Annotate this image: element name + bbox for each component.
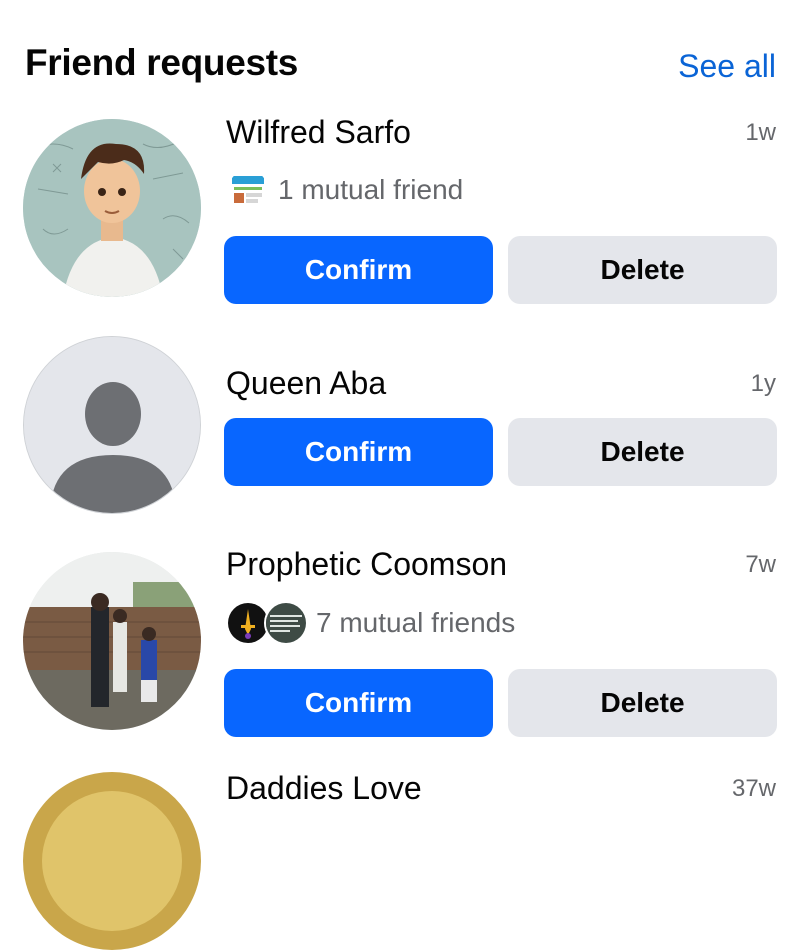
section-title: Friend requests: [25, 42, 299, 83]
avatar[interactable]: [23, 336, 201, 514]
confirm-button[interactable]: Confirm: [224, 669, 493, 737]
confirm-button[interactable]: Confirm: [224, 418, 493, 486]
avatar[interactable]: [23, 772, 201, 950]
confirm-button[interactable]: Confirm: [224, 236, 493, 304]
mutual-friends[interactable]: 1 mutual friend: [226, 167, 463, 213]
request-time: 1w: [745, 119, 776, 146]
mutual-friends-text: 7 mutual friends: [316, 607, 516, 638]
mutual-friend-avatar: [264, 601, 308, 645]
request-time: 1y: [750, 370, 776, 397]
friend-name[interactable]: Wilfred Sarfo: [226, 114, 411, 151]
see-all-link[interactable]: See all: [678, 48, 776, 85]
request-time: 7w: [745, 551, 776, 578]
mutual-friends-text: 1 mutual friend: [278, 174, 464, 205]
friend-name[interactable]: Prophetic Coomson: [226, 546, 507, 583]
delete-button[interactable]: Delete: [508, 669, 777, 737]
delete-button[interactable]: Delete: [508, 236, 777, 304]
delete-button[interactable]: Delete: [508, 418, 777, 486]
friend-requests-header: Friend requests See all: [0, 0, 800, 110]
request-time: 37w: [731, 775, 776, 802]
default-person-icon: [24, 337, 200, 513]
mutual-friends[interactable]: 7 mutual friends: [226, 600, 515, 646]
mutual-friend-avatar: [226, 168, 270, 212]
avatar[interactable]: [23, 552, 201, 730]
friend-name[interactable]: Queen Aba: [226, 365, 386, 402]
friend-name[interactable]: Daddies Love: [226, 770, 422, 807]
avatar[interactable]: [23, 119, 201, 297]
